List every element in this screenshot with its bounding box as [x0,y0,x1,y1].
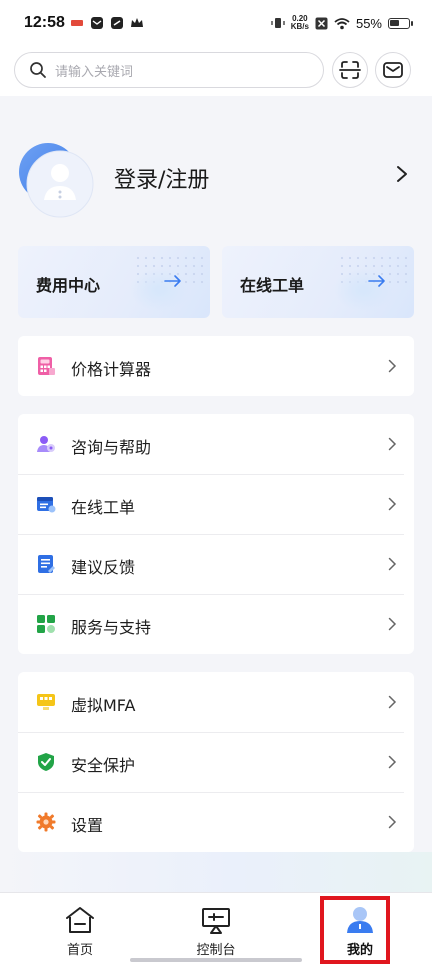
notification-icons [70,16,144,30]
avatar-icon [19,143,94,218]
background-decoration [0,852,432,892]
menu-item-label: 价格计算器 [71,360,152,379]
active-tab-highlight [320,896,390,964]
menu-item-settings[interactable]: 设置 [18,792,414,852]
work-order-card[interactable]: 在线工单 [222,246,414,318]
chevron-right-icon [388,755,397,769]
mail-notification-icon [91,17,103,29]
scan-button[interactable] [332,52,368,88]
service-icon [37,615,55,633]
menu-group-security: 虚拟MFA 安全保护 设置 [18,672,414,852]
message-button[interactable] [375,52,411,88]
arrow-right-icon [164,275,181,287]
menu-item-consult-help[interactable]: 咨询与帮助 [18,414,414,474]
chevron-right-icon [388,557,397,571]
menu-item-service-support[interactable]: 服务与支持 [18,594,414,654]
home-indicator [130,958,302,962]
shield-icon [38,753,54,771]
chevron-right-icon [388,359,397,373]
menu-item-label: 虚拟MFA [71,696,136,715]
calculator-icon [38,357,55,375]
menu-item-label: 安全保护 [71,756,136,775]
search-input[interactable]: 请输入关键词 [14,52,324,88]
battery-fill [390,19,399,26]
search-placeholder: 请输入关键词 [55,64,134,80]
tab-console[interactable]: 控制台 [144,893,288,964]
billing-center-card[interactable]: 费用中心 [18,246,210,318]
menu-item-virtual-mfa[interactable]: 虚拟MFA [18,672,414,732]
status-time: 12:58 [24,14,65,31]
menu-item-feedback[interactable]: 建议反馈 [18,534,414,594]
feedback-icon [38,555,55,573]
tab-console-label: 控制台 [196,943,236,958]
envelope-icon [383,62,403,78]
crown-notification-icon [131,18,143,27]
home-icon [66,907,94,933]
console-icon [202,908,230,934]
header: 请输入关键词 [0,48,432,96]
tab-home-label: 首页 [66,943,93,958]
profile-login-row[interactable]: 登录/注册 [18,138,414,222]
chevron-right-icon [388,497,397,511]
vibrate-icon [271,18,285,28]
work-order-card-label: 在线工单 [240,276,305,295]
menu-item-price-calculator[interactable]: 价格计算器 [18,336,414,396]
status-bar: 12:58 0.20 KB/s 55% [0,0,432,48]
battery-percent: 55% [355,15,382,31]
status-right: 0.20 KB/s 55% [271,15,413,31]
menu-item-security-protection[interactable]: 安全保护 [18,732,414,792]
wifi-icon [334,17,350,29]
chevron-right-icon [388,617,397,631]
menu-item-label: 设置 [71,816,104,835]
chevron-right-icon [397,166,407,182]
app-notification-icon [71,20,83,26]
billing-center-label: 费用中心 [36,276,101,295]
scan-icon [339,61,361,79]
chevron-right-icon [388,437,397,451]
search-icon [30,62,46,78]
gear-icon [36,812,56,832]
arrow-right-icon [368,275,385,287]
link-notification-icon [111,17,123,29]
battery-icon [388,17,413,29]
consult-icon [37,436,55,452]
chevron-right-icon [388,695,397,709]
work-order-icon [37,497,56,513]
tab-home[interactable]: 首页 [8,893,152,964]
mfa-icon [37,694,55,710]
net-speed-unit: KB/s [290,22,309,31]
menu-item-label: 服务与支持 [71,618,152,637]
menu-item-label: 咨询与帮助 [71,438,152,457]
avatar [18,142,94,218]
menu-item-work-order[interactable]: 在线工单 [18,474,414,534]
net-speed: 0.20 KB/s [291,15,309,31]
menu-group-tools: 价格计算器 [18,336,414,396]
menu-item-label: 在线工单 [71,498,136,517]
login-register-label: 登录/注册 [114,168,210,193]
menu-item-label: 建议反馈 [71,558,136,577]
chevron-right-icon [388,815,397,829]
menu-group-support: 咨询与帮助 在线工单 建议反馈 服务与支持 [18,414,414,654]
no-sim-icon [315,17,328,29]
